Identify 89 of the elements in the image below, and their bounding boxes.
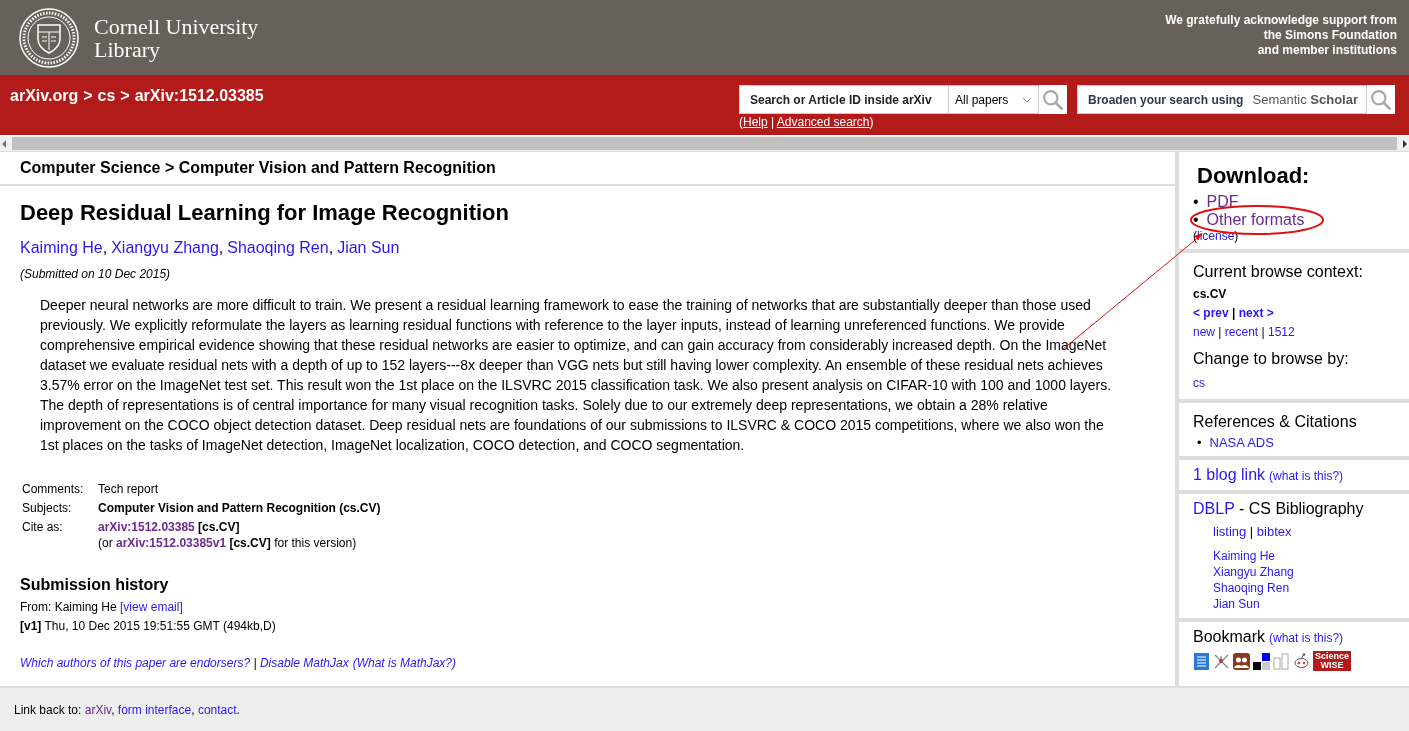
- link[interactable]: recent: [1224, 325, 1259, 339]
- link[interactable]: arXiv:1512.03385: [98, 520, 195, 534]
- people-icon[interactable]: [1233, 652, 1250, 670]
- metadata-value: (or arXiv:1512.03385v1 [cs.CV] for this version): [98, 535, 358, 551]
- brand-logo[interactable]: Semantic Scholar: [1252, 92, 1358, 107]
- download-link[interactable]: Other formats: [1206, 211, 1305, 229]
- scope-dropdown[interactable]: All papers: [949, 85, 1039, 114]
- history-line: From: Kaiming He [view email]: [20, 599, 184, 616]
- robot-icon[interactable]: [1293, 652, 1310, 670]
- author-link[interactable]: Shaoqing Ren: [1213, 581, 1290, 595]
- comma: ,: [218, 239, 224, 256]
- link[interactable]: arXiv:1512.03385v1: [116, 536, 227, 550]
- support-note: We gratefully acknowledge support from the Simons Foundation and member institutions: [1165, 13, 1397, 58]
- scroll-left-icon[interactable]: [0, 138, 8, 149]
- author-link[interactable]: Xiangyu Zhang: [111, 239, 219, 256]
- link[interactable]: new: [1193, 325, 1215, 339]
- link[interactable]: (what is this?): [1269, 469, 1344, 483]
- network-icon[interactable]: [1213, 652, 1230, 670]
- metadata-label: Comments:: [22, 481, 85, 497]
- broaden-label: Broaden your search using: [1088, 92, 1244, 107]
- author-link[interactable]: Xiangyu Zhang: [1213, 565, 1294, 579]
- squares-icon[interactable]: [1253, 652, 1270, 670]
- link[interactable]: (what is this?): [1269, 631, 1344, 645]
- bullet: •: [1193, 211, 1199, 229]
- seal-icon: [18, 6, 80, 69]
- footer-links: Link back to: arXiv, form interface, contact.: [14, 703, 240, 717]
- breadcrumb-link[interactable]: cs: [97, 87, 116, 135]
- dblp-heading: DBLP - CS Bibliography: [1193, 500, 1365, 518]
- chevron-icon: [1022, 96, 1032, 103]
- link[interactable]: 1512: [1267, 325, 1295, 339]
- bookmark-heading: Bookmark (what is this?): [1193, 628, 1345, 646]
- link[interactable]: Help: [743, 115, 768, 129]
- help-links: (Help | Advanced search): [739, 115, 875, 129]
- link[interactable]: Disable MathJax: [259, 656, 349, 670]
- science-wise-badge[interactable]: Science WISE: [1313, 651, 1352, 671]
- search-button[interactable]: [1039, 85, 1067, 114]
- metadata-value: Tech report: [98, 481, 160, 497]
- scroll-right-icon[interactable]: [1401, 138, 1409, 149]
- author-link[interactable]: Kaiming He: [20, 239, 103, 256]
- link[interactable]: Which authors of this paper are endorsers?: [20, 656, 251, 670]
- link[interactable]: [view email]: [120, 600, 183, 614]
- search-field[interactable]: Search or Article ID inside arXiv: [739, 85, 949, 114]
- history-line: [v1] Thu, 10 Dec 2015 19:51:55 GMT (494kb,D): [20, 618, 277, 635]
- endorser-links: Which authors of this paper are endorsers? | Disable MathJax (What is MathJax?): [20, 656, 457, 670]
- link[interactable]: next >: [1238, 306, 1274, 320]
- dblp-links: listing | bibtex: [1212, 524, 1293, 540]
- link[interactable]: DBLP: [1193, 500, 1235, 517]
- link[interactable]: contact: [197, 703, 237, 717]
- browse-links: < prev | next >: [1193, 305, 1275, 322]
- browse-links: new | recent | 1512: [1193, 324, 1296, 341]
- comma: ,: [102, 239, 108, 256]
- metadata-value: arXiv:1512.03385 [cs.CV]: [98, 519, 241, 535]
- metadata-label: Cite as:: [22, 519, 64, 536]
- link[interactable]: (What is MathJax?): [352, 656, 456, 670]
- breadcrumb-separator: >: [120, 87, 130, 106]
- link[interactable]: 1 blog link: [1193, 466, 1266, 483]
- link[interactable]: Advanced search: [776, 115, 870, 129]
- panel-heading: Change to browse by:: [1193, 350, 1350, 368]
- paper-title: Deep Residual Learning for Image Recognition: [20, 200, 510, 226]
- comma: ,: [328, 239, 334, 256]
- link[interactable]: listing: [1213, 524, 1247, 539]
- subject-path: Computer Science > Computer Vision and Pattern Recognition: [0, 152, 1175, 186]
- link[interactable]: license: [1197, 229, 1235, 243]
- link[interactable]: NASA ADS: [1209, 435, 1274, 450]
- author-link[interactable]: Shaoqing Ren: [227, 239, 329, 256]
- author-link[interactable]: Jian Sun: [337, 239, 400, 256]
- breadcrumb-link[interactable]: arXiv:1512.03385: [134, 87, 264, 135]
- metadata-value: Computer Vision and Pattern Recognition (cs.CV): [98, 500, 382, 516]
- search-button[interactable]: [1367, 85, 1395, 114]
- library-logo-text[interactable]: Cornell University Library: [94, 14, 259, 61]
- author-link[interactable]: Jian Sun: [1213, 597, 1260, 611]
- breadcrumb-separator: >: [83, 87, 93, 106]
- horizontal-scrollbar[interactable]: [0, 136, 1409, 151]
- download-link[interactable]: PDF: [1206, 193, 1239, 211]
- link[interactable]: < prev: [1193, 306, 1229, 320]
- link[interactable]: bibtex: [1256, 524, 1292, 539]
- section-heading: Submission history: [20, 576, 170, 594]
- panel-heading: References & Citations: [1193, 413, 1358, 431]
- link[interactable]: cs: [1193, 376, 1205, 390]
- bullet: •: [1193, 193, 1199, 211]
- list-icon[interactable]: [1193, 652, 1210, 670]
- panel-heading: Download:: [1197, 163, 1311, 189]
- metadata-label: Subjects:: [22, 500, 73, 516]
- bullet: •: [1197, 435, 1202, 450]
- context-label: cs.CV: [1193, 286, 1228, 303]
- author-link[interactable]: Kaiming He: [1213, 549, 1276, 563]
- submission-date: (Submitted on 10 Dec 2015): [20, 267, 172, 281]
- panel-heading: Current browse context:: [1193, 263, 1364, 281]
- breadcrumb-link[interactable]: arXiv.org: [10, 87, 79, 135]
